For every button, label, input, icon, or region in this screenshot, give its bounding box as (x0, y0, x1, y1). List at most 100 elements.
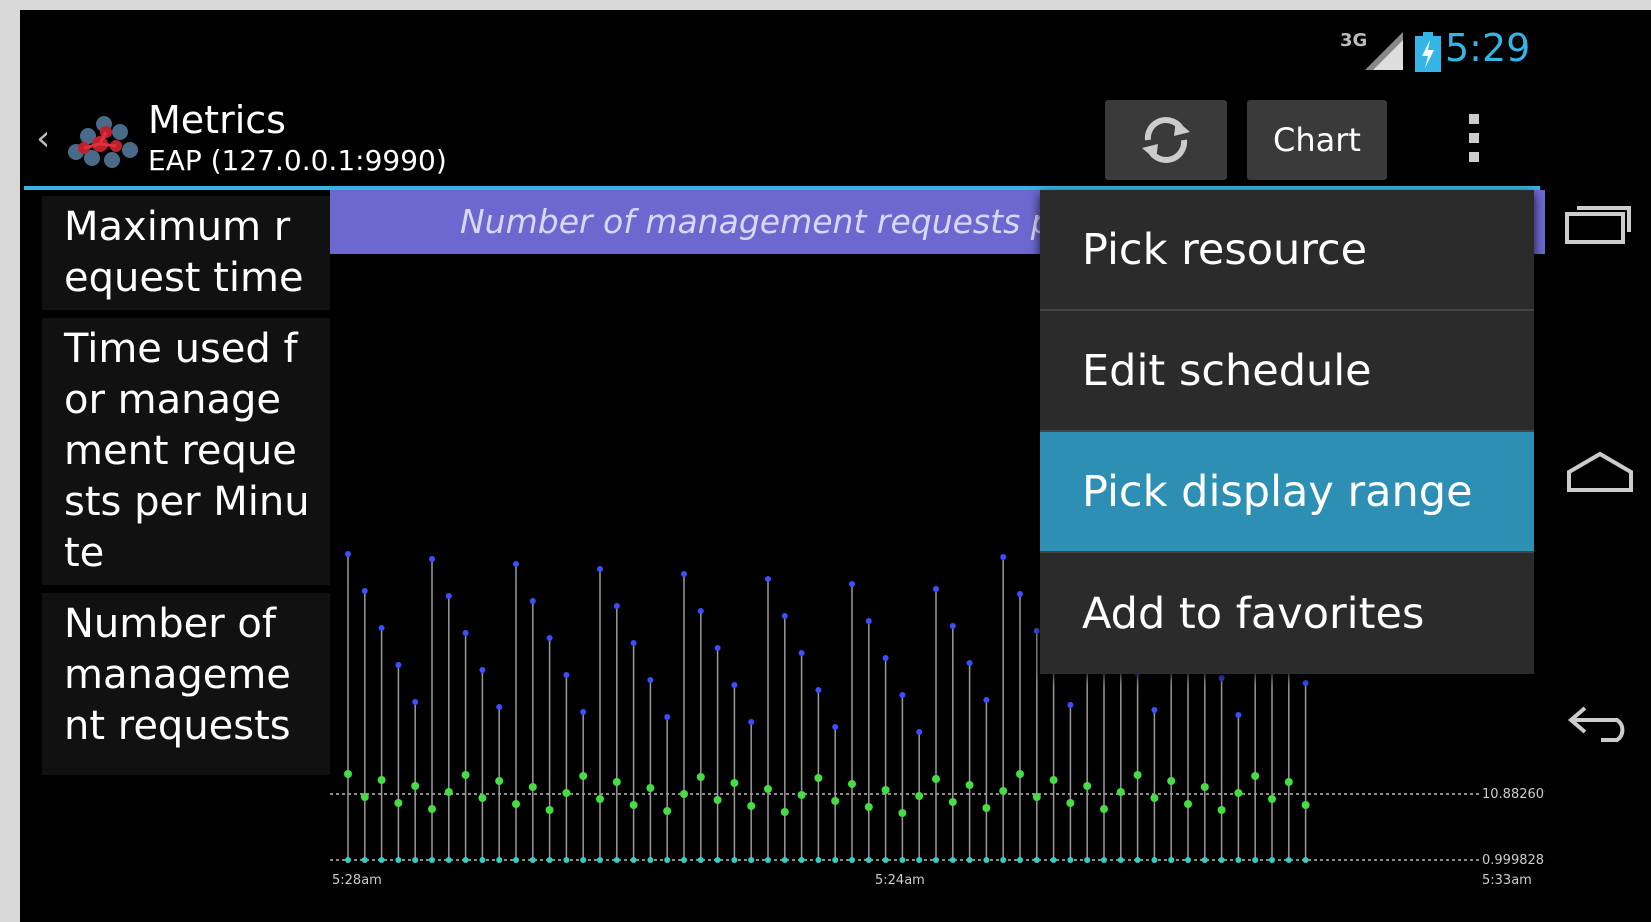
chart-point-cyan (899, 857, 906, 863)
page-title: Metrics (148, 98, 286, 142)
chart-point-blue (697, 608, 704, 614)
chart-point-blue (983, 697, 990, 703)
chart-point-green (696, 773, 705, 781)
chart-point-green (1184, 800, 1192, 808)
chart-point-blue (681, 571, 687, 577)
chart-point-blue (815, 687, 822, 693)
chart-point-cyan (1134, 857, 1141, 863)
chart-point-blue (429, 556, 435, 562)
chart-point-green (377, 776, 386, 784)
menu-item-pick-display-range[interactable]: Pick display range (1040, 432, 1534, 553)
chart-point-blue (496, 704, 503, 710)
chart-point-green (932, 775, 940, 783)
chart-point-green (1066, 799, 1075, 807)
chart-point-cyan (781, 857, 788, 863)
chart-point-blue (916, 729, 923, 735)
metric-list-item[interactable]: Number of management requests (42, 593, 330, 775)
chart-point-green (747, 802, 756, 810)
chart-point-blue (899, 692, 906, 698)
chart-point-blue (832, 724, 839, 730)
chart-point-blue (714, 645, 721, 651)
chart-point-blue (462, 630, 469, 636)
chart-point-blue (1033, 628, 1040, 634)
chart-point-cyan (378, 857, 385, 863)
chart-point-blue (1151, 707, 1158, 713)
chart-point-cyan (563, 857, 570, 863)
chart-point-blue (1000, 554, 1007, 560)
chart-point-green (831, 797, 840, 805)
battery-charging-icon (1415, 32, 1441, 72)
metric-list-item[interactable]: Time used for management requests per Mi… (42, 318, 330, 585)
chart-point-cyan (613, 857, 620, 863)
chart-point-cyan (1117, 857, 1124, 863)
chart-point-cyan (445, 857, 452, 863)
chart-point-green (562, 789, 571, 797)
chart-point-green (411, 782, 420, 790)
chart-point-green (680, 790, 688, 798)
chart-point-cyan (580, 857, 587, 863)
chart-point-cyan (1067, 857, 1074, 863)
chart-point-cyan (395, 857, 402, 863)
chart-point-green (528, 783, 537, 791)
chart-point-blue (865, 618, 872, 624)
chart-point-green (1200, 783, 1209, 791)
device-screen: 3G 5:29 ‹ Metrics EAP (127.0.0.1:9990) C… (20, 10, 1651, 922)
chart-point-blue (479, 667, 486, 673)
overflow-popup-menu: Pick resource Edit schedule Pick display r… (1040, 190, 1534, 674)
refresh-button[interactable] (1105, 100, 1227, 180)
overflow-menu-icon[interactable] (1460, 110, 1488, 170)
chart-point-cyan (1033, 857, 1040, 863)
chart-point-cyan (1168, 857, 1175, 863)
recent-apps-icon[interactable] (1565, 200, 1633, 244)
metric-list-item[interactable]: Maximum request time (42, 196, 330, 310)
chart-point-blue (765, 576, 771, 582)
chart-point-green (864, 803, 873, 811)
chart-point-green (1116, 788, 1125, 796)
menu-item-add-to-favorites[interactable]: Add to favorites (1040, 553, 1534, 674)
chart-point-green (1284, 778, 1293, 786)
chart-point-green (814, 774, 823, 782)
y-axis-label-upper: 10.882609 (1482, 787, 1545, 802)
chart-point-green (394, 799, 403, 807)
up-navigation-icon[interactable]: ‹ (36, 118, 50, 159)
chart-point-blue (361, 588, 368, 594)
chart-point-cyan (412, 857, 419, 863)
chart-point-blue (1218, 675, 1225, 681)
chart-point-green (713, 796, 722, 804)
chart-point-blue (798, 650, 805, 656)
menu-item-pick-resource[interactable]: Pick resource (1040, 190, 1534, 311)
chart-point-blue (613, 603, 620, 609)
chart-point-cyan (916, 857, 923, 863)
chart-point-green (512, 800, 520, 808)
metric-list: Maximum request time Time used for manag… (42, 196, 330, 906)
chart-point-green (1268, 795, 1276, 803)
chart-point-green (1049, 776, 1058, 784)
chart-button[interactable]: Chart (1247, 100, 1387, 180)
chart-point-green (444, 788, 453, 796)
menu-item-edit-schedule[interactable]: Edit schedule (1040, 311, 1534, 432)
chart-point-green (1150, 794, 1159, 802)
chart-point-cyan (664, 857, 671, 863)
chart-point-blue (781, 613, 788, 619)
chart-point-cyan (462, 857, 469, 863)
chart-point-green (881, 786, 890, 794)
chart-point-cyan (1201, 857, 1208, 863)
app-logo-icon[interactable] (58, 102, 142, 174)
clock: 5:29 (1445, 26, 1531, 70)
refresh-icon (1142, 117, 1190, 163)
chart-point-green (428, 805, 436, 813)
chart-point-cyan (1101, 857, 1107, 863)
chart-point-cyan (496, 857, 503, 863)
chart-point-green (1301, 801, 1310, 809)
chart-point-green (730, 779, 739, 787)
home-icon[interactable] (1565, 450, 1635, 494)
chart-point-green (1133, 771, 1142, 779)
chart-point-blue (664, 714, 671, 720)
chart-point-cyan (361, 857, 368, 863)
back-icon[interactable] (1565, 700, 1635, 744)
chart-point-cyan (681, 857, 687, 863)
chart-point-cyan (345, 857, 351, 863)
chart-point-cyan (832, 857, 839, 863)
chart-point-cyan (765, 857, 771, 863)
chart-point-cyan (1235, 857, 1242, 863)
